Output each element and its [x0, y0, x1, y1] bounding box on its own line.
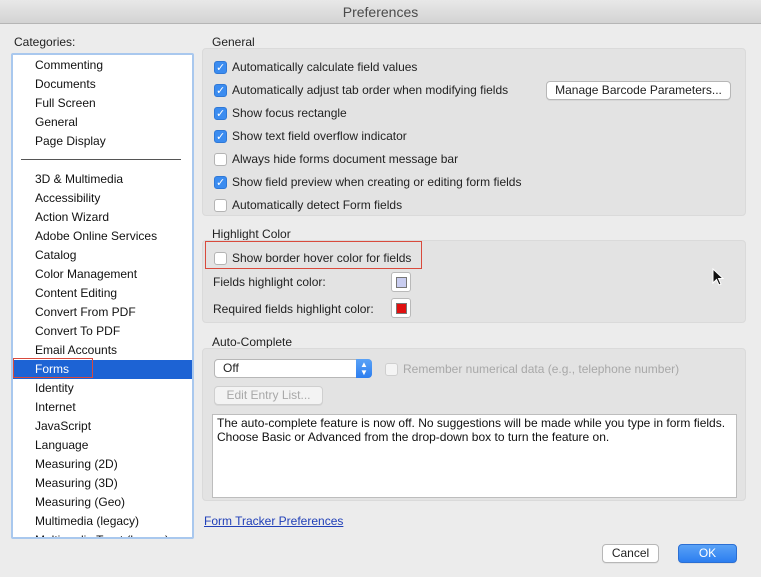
- category-documents[interactable]: Documents: [13, 75, 192, 94]
- checkbox-checked-icon[interactable]: [214, 105, 227, 123]
- category-internet[interactable]: Internet: [13, 398, 192, 417]
- highlight-section-title: Highlight Color: [212, 227, 291, 241]
- category-multimedia-legacy[interactable]: Multimedia (legacy): [13, 512, 192, 531]
- required-highlight-color-swatch[interactable]: [391, 298, 411, 318]
- category-commenting[interactable]: Commenting: [13, 56, 192, 75]
- category-javascript[interactable]: JavaScript: [13, 417, 192, 436]
- category-catalog[interactable]: Catalog: [13, 246, 192, 265]
- category-convert-from-pdf[interactable]: Convert From PDF: [13, 303, 192, 322]
- checkbox-disabled-icon[interactable]: [385, 363, 398, 376]
- fields-highlight-color-swatch[interactable]: [391, 272, 411, 292]
- category-3d-multimedia[interactable]: 3D & Multimedia: [13, 170, 192, 189]
- category-measuring-3d[interactable]: Measuring (3D): [13, 474, 192, 493]
- select-arrows-icon: ▲ ▼: [356, 359, 372, 378]
- checkbox-checked-icon[interactable]: [214, 59, 227, 77]
- mouse-pointer-icon: [712, 268, 724, 286]
- autocomplete-mode-select[interactable]: Off ▲ ▼: [214, 359, 372, 378]
- checkbox-checked-icon[interactable]: [214, 82, 227, 100]
- category-language[interactable]: Language: [13, 436, 192, 455]
- fields-highlight-label: Fields highlight color:: [213, 275, 326, 289]
- manage-barcode-button[interactable]: Manage Barcode Parameters...: [546, 81, 731, 100]
- category-full-screen[interactable]: Full Screen: [13, 94, 192, 113]
- category-convert-to-pdf[interactable]: Convert To PDF: [13, 322, 192, 341]
- required-highlight-label: Required fields highlight color:: [213, 302, 374, 316]
- category-general[interactable]: General: [13, 113, 192, 132]
- category-accessibility[interactable]: Accessibility: [13, 189, 192, 208]
- autocomplete-section-title: Auto-Complete: [212, 335, 293, 349]
- form-tracker-preferences-link[interactable]: Form Tracker Preferences: [204, 514, 343, 528]
- general-section-title: General: [212, 35, 255, 49]
- autocomplete-description: The auto-complete feature is now off. No…: [212, 414, 737, 498]
- checkbox-unchecked-icon[interactable]: [214, 199, 227, 212]
- category-adobe-online-services[interactable]: Adobe Online Services: [13, 227, 192, 246]
- checkbox-checked-icon[interactable]: [214, 174, 227, 192]
- category-identity[interactable]: Identity: [13, 379, 192, 398]
- forms-annotation-box: [13, 358, 93, 378]
- checkbox-unchecked-icon[interactable]: [214, 153, 227, 166]
- category-action-wizard[interactable]: Action Wizard: [13, 208, 192, 227]
- ok-button[interactable]: OK: [678, 544, 737, 563]
- category-multimedia-trust-legacy[interactable]: Multimedia Trust (legacy): [13, 531, 192, 537]
- category-color-management[interactable]: Color Management: [13, 265, 192, 284]
- category-content-editing[interactable]: Content Editing: [13, 284, 192, 303]
- category-measuring-geo[interactable]: Measuring (Geo): [13, 493, 192, 512]
- categories-label: Categories:: [14, 35, 76, 49]
- categories-list[interactable]: Commenting Documents Full Screen General…: [11, 53, 194, 539]
- fields-color-fill: [396, 277, 407, 288]
- category-divider: [21, 159, 181, 160]
- category-page-display[interactable]: Page Display: [13, 132, 192, 151]
- window-title: Preferences: [0, 0, 761, 24]
- category-measuring-2d[interactable]: Measuring (2D): [13, 455, 192, 474]
- hover-option-annotation-box: [205, 241, 422, 269]
- required-color-fill: [396, 303, 407, 314]
- checkbox-checked-icon[interactable]: [214, 128, 227, 146]
- cancel-button[interactable]: Cancel: [602, 544, 659, 563]
- edit-entry-list-button[interactable]: Edit Entry List...: [214, 386, 323, 405]
- autocomplete-mode-value: Off: [223, 361, 239, 375]
